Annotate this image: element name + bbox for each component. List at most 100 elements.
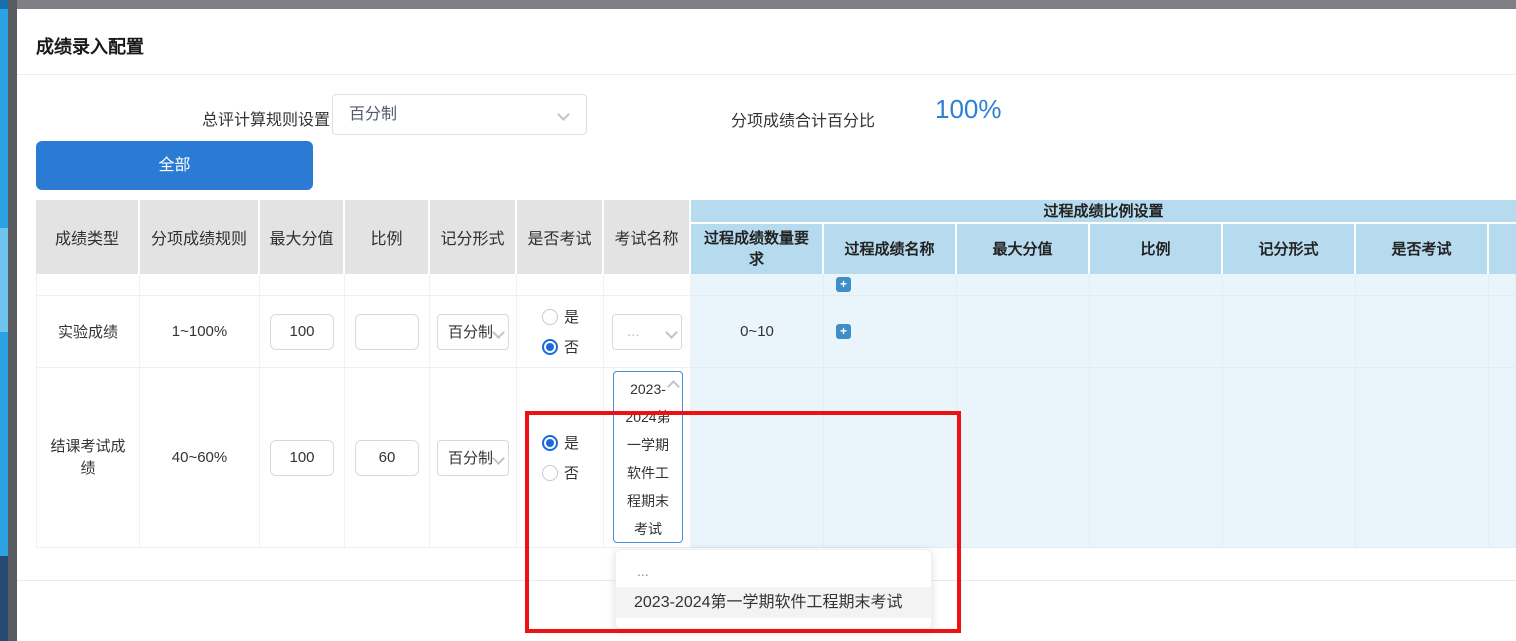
row1-radio-yes[interactable]: 是 — [542, 306, 603, 327]
exam-name-dropdown-menu: ... 2023-2024第一学期软件工程期末考试 — [615, 549, 932, 629]
radio-yes-label: 是 — [564, 432, 579, 453]
row2-max-score-input[interactable] — [270, 440, 334, 476]
row1-scoring-form-cell: 百分制 — [430, 296, 517, 368]
col-header-grade-type: 成绩类型 — [36, 200, 138, 274]
sub-header-max-score: 最大分值 — [957, 224, 1088, 274]
row1-exam-name-value: ... — [627, 323, 640, 340]
row2-scoring-form-select[interactable]: 百分制 — [437, 440, 509, 476]
chevron-down-icon — [665, 326, 678, 339]
table-cell — [1356, 368, 1489, 548]
radio-no-label: 否 — [564, 336, 579, 357]
row1-exam-name-select[interactable]: ... — [612, 314, 682, 350]
left-sidebar-edge-bottom — [0, 556, 8, 641]
row2-grade-type-text: 结课考试成绩 — [47, 436, 129, 480]
table-cell — [957, 368, 1090, 548]
table-cell — [604, 274, 691, 296]
sum-percent-label: 分项成绩合计百分比 — [731, 107, 875, 131]
rule-setting-select[interactable]: 百分制 — [332, 94, 587, 135]
col-header-subitem-rule: 分项成绩规则 — [140, 200, 258, 274]
left-gutter — [8, 0, 17, 641]
chevron-down-icon — [557, 108, 570, 121]
table-cell — [1223, 368, 1356, 548]
page-title: 成绩录入配置 — [36, 33, 144, 59]
table-cell — [260, 274, 345, 296]
table-cell — [1489, 274, 1516, 296]
row2-radio-no[interactable]: 否 — [542, 462, 603, 483]
sub-header-spacer — [1489, 224, 1516, 274]
table-cell — [430, 274, 517, 296]
add-process-score-button[interactable]: + — [836, 324, 851, 339]
sub-header-process-count-text: 过程成绩数量要求 — [699, 228, 814, 270]
table-cell — [1090, 296, 1223, 368]
row2-ratio-input[interactable] — [355, 440, 419, 476]
row2-exam-name-select-open[interactable]: 2023-2024第一学期软件工程期末考试 — [613, 371, 683, 543]
row1-process-name-cell: + — [824, 296, 957, 368]
sum-percent-value: 100% — [935, 94, 1002, 125]
radio-checked-icon[interactable] — [542, 435, 558, 451]
sub-header-is-exam: 是否考试 — [1356, 224, 1487, 274]
all-button[interactable]: 全部 — [36, 141, 313, 190]
table-cell — [140, 274, 260, 296]
row1-ratio-cell — [345, 296, 430, 368]
row2-exam-name-value: 2023-2024第一学期软件工程期末考试 — [625, 381, 670, 537]
row1-scoring-form-value: 百分制 — [448, 321, 493, 342]
dropdown-option-empty[interactable]: ... — [616, 556, 931, 587]
table-cell — [1489, 296, 1516, 368]
row2-scoring-form-value: 百分制 — [448, 447, 493, 468]
left-sidebar-edge-top — [0, 0, 8, 9]
col-header-ratio: 比例 — [345, 200, 428, 274]
radio-unchecked-icon[interactable] — [542, 309, 558, 325]
title-divider — [17, 74, 1516, 75]
rule-setting-label: 总评计算规则设置 — [150, 106, 330, 130]
table-cell — [1489, 368, 1516, 548]
col-header-max-score: 最大分值 — [260, 200, 343, 274]
table-cell — [691, 274, 824, 296]
row1-max-score-cell — [260, 296, 345, 368]
table-cell — [36, 274, 140, 296]
group-header-process-ratio: 过程成绩比例设置 — [691, 200, 1516, 222]
col-header-is-exam: 是否考试 — [517, 200, 602, 274]
row1-max-score-input[interactable] — [270, 314, 334, 350]
radio-no-label: 否 — [564, 462, 579, 483]
table-cell — [957, 296, 1090, 368]
table-cell — [1356, 296, 1489, 368]
row2-subitem-rule: 40~60% — [140, 368, 260, 548]
sub-header-process-count: 过程成绩数量要求 — [691, 224, 822, 274]
radio-unchecked-icon[interactable] — [542, 465, 558, 481]
row1-process-count: 0~10 — [691, 296, 824, 368]
row1-exam-name-cell: ... — [604, 296, 691, 368]
col-header-exam-name: 考试名称 — [604, 200, 689, 274]
col-header-scoring-form: 记分形式 — [430, 200, 515, 274]
row2-scoring-form-cell: 百分制 — [430, 368, 517, 548]
table-cell — [1356, 274, 1489, 296]
table-cell — [345, 274, 430, 296]
dropdown-option-exam[interactable]: 2023-2024第一学期软件工程期末考试 — [616, 587, 931, 618]
row1-grade-type: 实验成绩 — [36, 296, 140, 368]
sub-header-ratio: 比例 — [1090, 224, 1221, 274]
radio-yes-label: 是 — [564, 306, 579, 327]
row1-scoring-form-select[interactable]: 百分制 — [437, 314, 509, 350]
add-process-score-button[interactable]: + — [836, 277, 851, 292]
row1-subitem-rule: 1~100% — [140, 296, 260, 368]
row1-ratio-input[interactable] — [355, 314, 419, 350]
row2-max-score-cell — [260, 368, 345, 548]
chevron-down-icon — [492, 326, 505, 339]
row1-is-exam-cell: 是 否 — [517, 296, 604, 368]
chevron-down-icon — [492, 452, 505, 465]
left-sidebar-edge-highlight — [0, 228, 8, 332]
row1-radio-no[interactable]: 否 — [542, 336, 603, 357]
row2-grade-type: 结课考试成绩 — [36, 368, 140, 548]
row2-radio-yes[interactable]: 是 — [542, 432, 603, 453]
table-cell — [1223, 274, 1356, 296]
grade-entry-config-page: 成绩录入配置 总评计算规则设置 百分制 分项成绩合计百分比 100% 全部 成绩… — [0, 0, 1516, 641]
row2-ratio-cell — [345, 368, 430, 548]
sub-header-scoring-form: 记分形式 — [1223, 224, 1354, 274]
table-cell — [1090, 274, 1223, 296]
table-cell — [824, 368, 957, 548]
row2-is-exam-cell: 是 否 — [517, 368, 604, 548]
chevron-up-icon — [667, 380, 680, 393]
rule-setting-select-value: 百分制 — [349, 106, 397, 123]
table-cell — [957, 274, 1090, 296]
table-cell — [691, 368, 824, 548]
radio-checked-icon[interactable] — [542, 339, 558, 355]
